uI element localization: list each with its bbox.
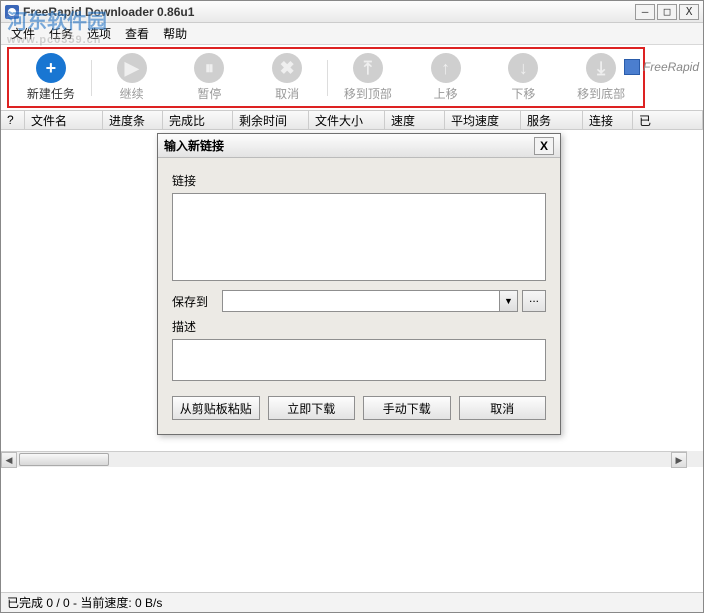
toolbar-label: 移到底部 [577,85,625,102]
saveto-value [223,291,499,311]
toolbar-new-task[interactable]: + 新建任务 [13,51,89,104]
col-eta[interactable]: 剩余时间 [233,111,309,129]
separator [327,60,328,96]
menu-options[interactable]: 选项 [81,23,117,44]
scroll-corner [687,451,703,467]
window-title: FreeRapid Downloader 0.86u1 [23,5,635,19]
plus-icon: + [36,53,66,83]
toolbar-label: 继续 [120,85,144,102]
manual-download-button[interactable]: 手动下载 [363,396,451,420]
move-top-icon: ⤒ [353,53,383,83]
menu-help[interactable]: 帮助 [157,23,193,44]
col-done[interactable]: 已 [633,111,703,129]
browse-button[interactable]: ... [522,290,546,312]
toolbar-move-down: ↓ 下移 [486,51,562,104]
saveto-combobox[interactable]: ▼ [222,290,518,312]
col-size[interactable]: 文件大小 [309,111,385,129]
toolbar-cancel: ✖ 取消 [249,51,325,104]
desc-label: 描述 [172,318,546,335]
toolbar-move-top: ⤒ 移到顶部 [330,51,406,104]
status-text: 已完成 0 / 0 - 当前速度: 0 B/s [7,594,162,611]
cancel-icon: ✖ [272,53,302,83]
menu-file[interactable]: 文件 [5,23,41,44]
toolbar-resume: ▶ 继续 [94,51,170,104]
toolbar-label: 上移 [434,85,458,102]
new-link-dialog: 输入新链接 X 链接 保存到 ▼ ... 描述 从剪贴板粘贴 立即下载 手动下载… [157,133,561,435]
link-textarea[interactable] [172,193,546,281]
search-placeholder: FreeRapid [643,60,699,74]
dialog-title: 输入新链接 [164,137,534,154]
col-speed[interactable]: 速度 [385,111,445,129]
paste-button[interactable]: 从剪贴板粘贴 [172,396,260,420]
col-percent[interactable]: 完成比 [163,111,233,129]
scroll-right-icon[interactable]: ▶ [671,452,687,468]
title-bar: FreeRapid Downloader 0.86u1 — □ X [1,1,703,23]
toolbar-label: 移到顶部 [344,85,392,102]
move-down-icon: ↓ [508,53,538,83]
minimize-button[interactable]: — [635,4,655,20]
play-icon: ▶ [117,53,147,83]
saveto-label: 保存到 [172,293,218,310]
status-bar: 已完成 0 / 0 - 当前速度: 0 B/s [1,592,703,612]
search-icon [624,59,640,75]
toolbar-label: 暂停 [197,85,221,102]
col-filename[interactable]: 文件名 [25,111,103,129]
dialog-titlebar: 输入新链接 X [158,134,560,158]
toolbar-label: 取消 [275,85,299,102]
separator [91,60,92,96]
scroll-thumb[interactable] [19,453,109,466]
desc-textarea[interactable] [172,339,546,381]
close-button[interactable]: X [679,4,699,20]
menu-tasks[interactable]: 任务 [43,23,79,44]
scroll-left-icon[interactable]: ◀ [1,452,17,468]
col-status[interactable]: ? [1,111,25,129]
col-conn[interactable]: 连接 [583,111,633,129]
move-up-icon: ↑ [431,53,461,83]
col-progress[interactable]: 进度条 [103,111,163,129]
dialog-close-button[interactable]: X [534,137,554,155]
horizontal-scrollbar[interactable]: ◀ ▶ [1,451,687,467]
menu-bar: 文件 任务 选项 查看 帮助 [1,23,703,45]
toolbar-pause: ⏸ 暂停 [172,51,248,104]
toolbar-label: 新建任务 [27,85,75,102]
toolbar-move-up: ↑ 上移 [408,51,484,104]
col-avgspeed[interactable]: 平均速度 [445,111,521,129]
app-icon [5,5,19,19]
cancel-button[interactable]: 取消 [459,396,547,420]
download-now-button[interactable]: 立即下载 [268,396,356,420]
toolbar: + 新建任务 ▶ 继续 ⏸ 暂停 ✖ 取消 ⤒ 移到顶部 ↑ 上移 ↓ 下移 ⤓… [7,47,645,108]
move-bottom-icon: ⤓ [586,53,616,83]
toolbar-label: 下移 [511,85,535,102]
chevron-down-icon[interactable]: ▼ [499,291,517,311]
link-label: 链接 [172,172,546,189]
pause-icon: ⏸ [194,53,224,83]
menu-view[interactable]: 查看 [119,23,155,44]
table-headers: ? 文件名 进度条 完成比 剩余时间 文件大小 速度 平均速度 服务 连接 已 [1,110,703,130]
search-box[interactable]: FreeRapid [624,59,699,75]
maximize-button[interactable]: □ [657,4,677,20]
col-service[interactable]: 服务 [521,111,583,129]
